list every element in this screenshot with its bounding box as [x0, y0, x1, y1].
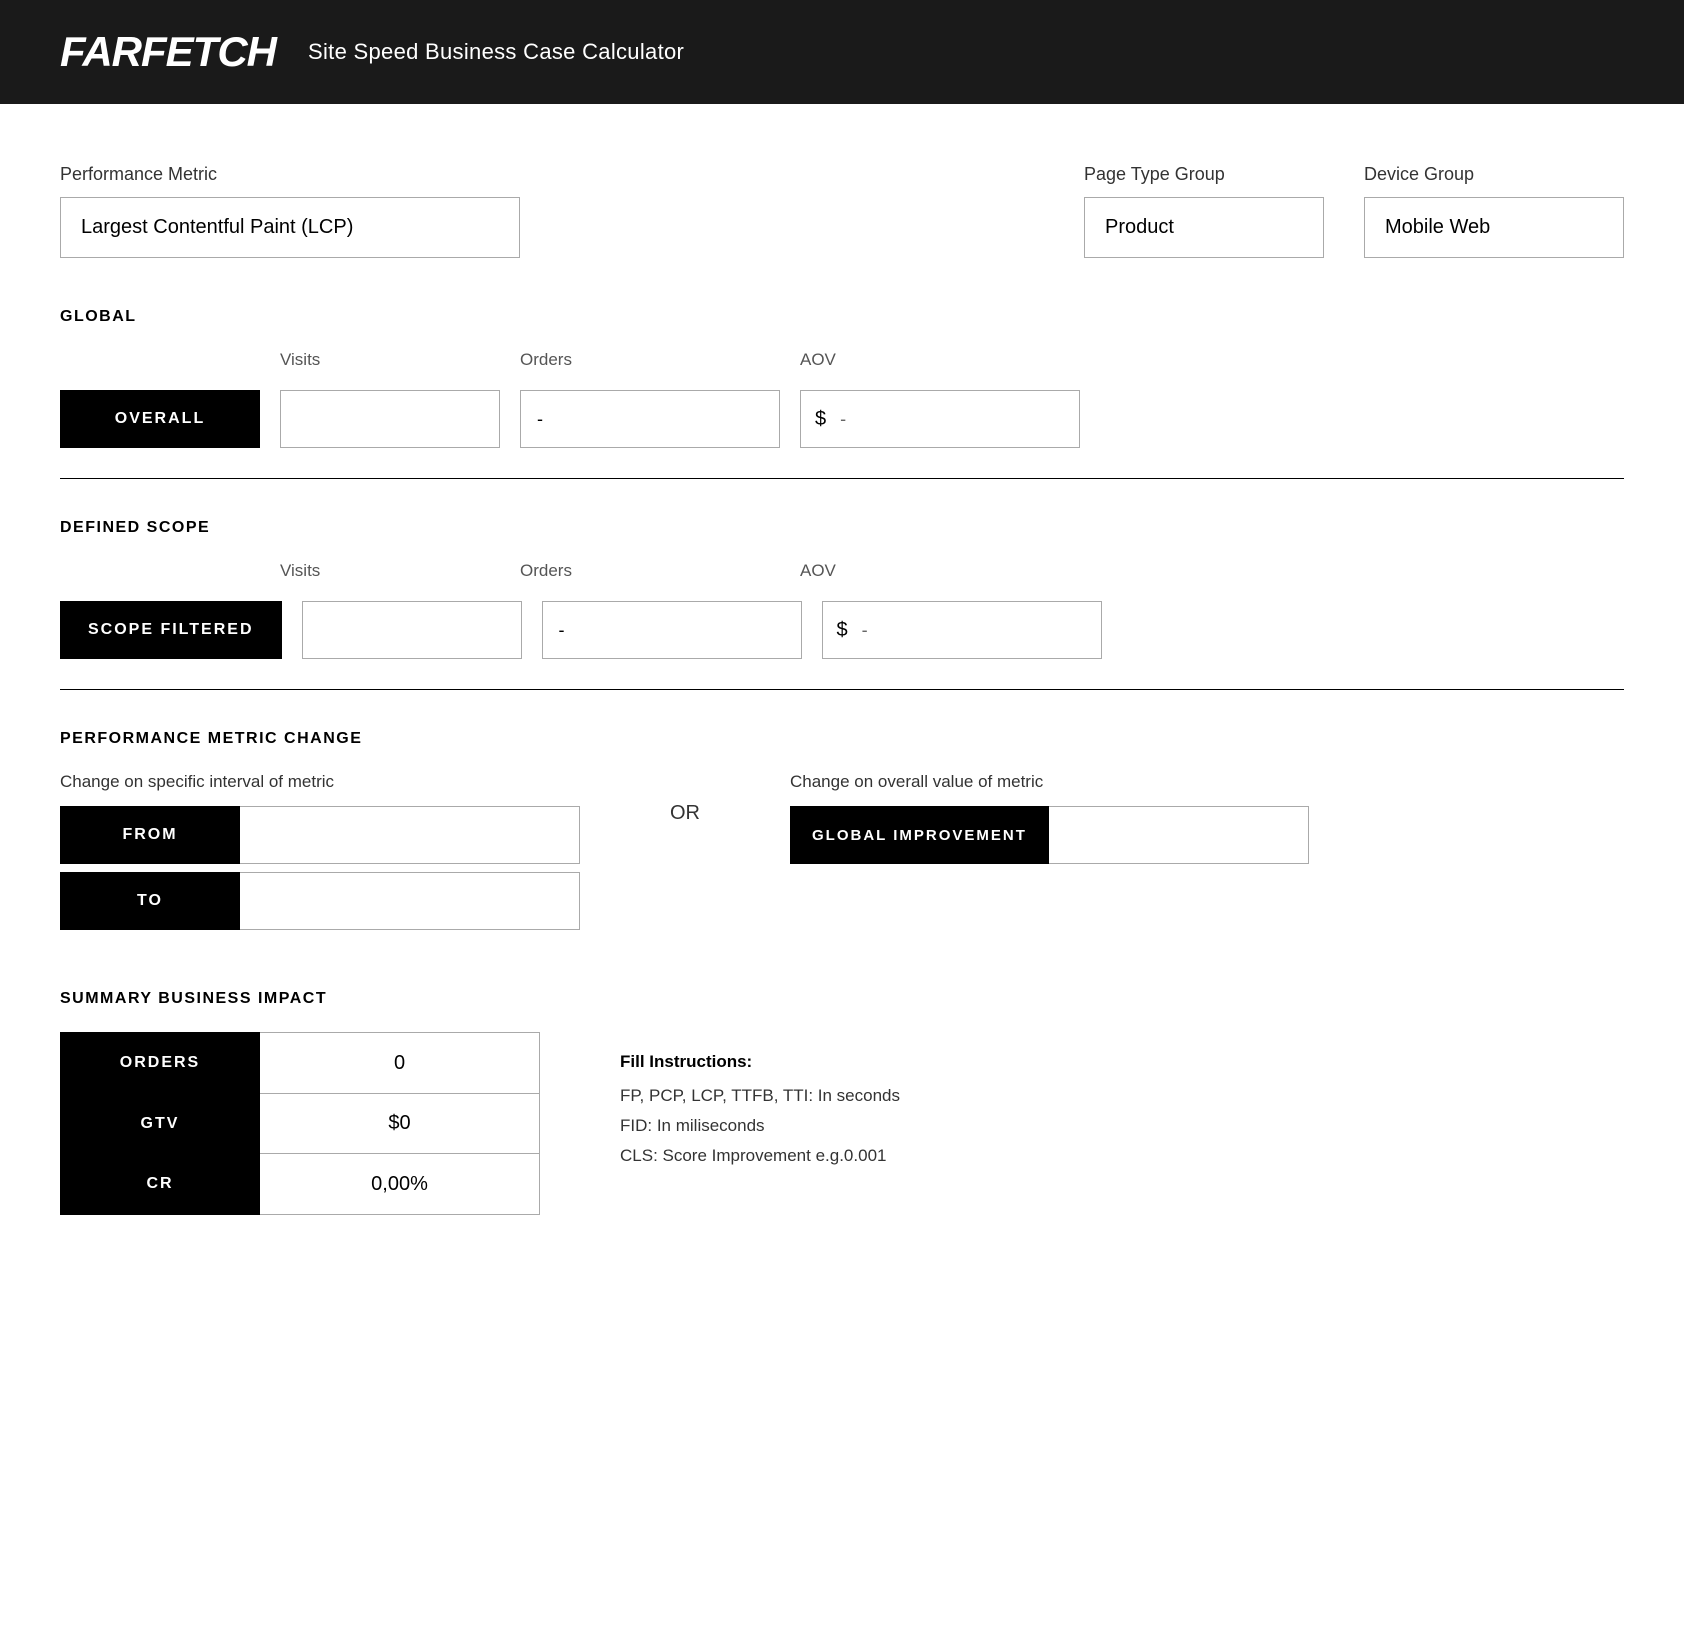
summary-section: SUMMARY BUSINESS IMPACT ORDERS 0 GTV $0 … [60, 990, 1624, 1215]
from-button[interactable]: FROM [60, 806, 240, 864]
scope-aov-value: - [862, 620, 1101, 641]
main-content: Performance Metric Page Type Group Devic… [0, 104, 1684, 1335]
scope-filtered-row: SCOPE FILTERED $ - [60, 601, 1624, 659]
global-improvement-row: GLOBAL IMPROVEMENT [790, 806, 1309, 864]
scope-orders-col-label: Orders [520, 561, 780, 581]
fill-instructions: Fill Instructions: FP, PCP, LCP, TTFB, T… [620, 1032, 900, 1176]
top-form-row: Performance Metric Page Type Group Devic… [60, 164, 1624, 258]
fill-item-0: FP, PCP, LCP, TTFB, TTI: In seconds [620, 1086, 900, 1106]
from-to-rows: FROM TO [60, 806, 580, 930]
overall-aov-value: - [840, 409, 1079, 430]
summary-cr-label: CR [60, 1153, 260, 1215]
to-button[interactable]: TO [60, 872, 240, 930]
summary-gtv-row: GTV $0 [60, 1093, 540, 1155]
overall-orders-col-label: Orders [520, 350, 780, 370]
overall-aov-prefix: $ [801, 408, 840, 431]
fill-item-1: FID: In miliseconds [620, 1116, 900, 1136]
overall-row: OVERALL $ - [60, 390, 1624, 448]
app-logo: FARFETCH [60, 28, 276, 76]
fill-item-2: CLS: Score Improvement e.g.0.001 [620, 1146, 900, 1166]
summary-cr-value: 0,00% [260, 1153, 540, 1215]
summary-gtv-label: GTV [60, 1093, 260, 1155]
summary-gtv-value: $0 [260, 1093, 540, 1155]
overall-button[interactable]: OVERALL [60, 390, 260, 448]
overall-aov-col-label: AOV [800, 350, 1080, 370]
device-group-group: Device Group [1364, 164, 1624, 258]
scope-visits-col-label: Visits [280, 561, 500, 581]
scope-orders-input[interactable] [542, 601, 802, 659]
defined-scope-section: DEFINED SCOPE Visits Orders AOV SCOPE FI… [60, 519, 1624, 690]
page-type-group-group: Page Type Group [1084, 164, 1324, 258]
from-input[interactable] [240, 806, 580, 864]
overall-orders-input[interactable] [520, 390, 780, 448]
change-interval-label: Change on specific interval of metric [60, 772, 580, 792]
summary-orders-row: ORDERS 0 [60, 1032, 540, 1094]
scope-divider [60, 689, 1624, 690]
performance-metric-label: Performance Metric [60, 164, 520, 185]
overall-aov-wrapper: $ - [800, 390, 1080, 448]
global-improvement-button[interactable]: GLOBAL IMPROVEMENT [790, 806, 1049, 864]
scope-aov-wrapper: $ - [822, 601, 1102, 659]
scope-aov-col-label: AOV [800, 561, 1080, 581]
global-section: GLOBAL Visits Orders AOV OVERALL $ - [60, 308, 1624, 479]
scope-visits-input[interactable] [302, 601, 522, 659]
page-type-group-label: Page Type Group [1084, 164, 1324, 185]
performance-metric-input[interactable] [60, 197, 520, 258]
performance-section-label: PERFORMANCE METRIC CHANGE [60, 730, 1624, 748]
scope-aov-prefix: $ [823, 619, 862, 642]
or-label: OR [640, 802, 730, 825]
fill-instructions-title: Fill Instructions: [620, 1052, 900, 1072]
from-to-section: Change on specific interval of metric FR… [60, 772, 580, 930]
summary-section-label: SUMMARY BUSINESS IMPACT [60, 990, 1624, 1008]
page-type-group-input[interactable] [1084, 197, 1324, 258]
app-title: Site Speed Business Case Calculator [308, 39, 684, 65]
performance-section: PERFORMANCE METRIC CHANGE Change on spec… [60, 730, 1624, 930]
to-row: TO [60, 872, 580, 930]
summary-orders-value: 0 [260, 1032, 540, 1094]
summary-table: ORDERS 0 GTV $0 CR 0,00% [60, 1032, 540, 1215]
overall-visits-input[interactable] [280, 390, 500, 448]
from-row: FROM [60, 806, 580, 864]
scope-filtered-button[interactable]: SCOPE FILTERED [60, 601, 282, 659]
global-divider [60, 478, 1624, 479]
change-overall-label: Change on overall value of metric [790, 772, 1309, 792]
overall-visits-col-label: Visits [280, 350, 500, 370]
device-group-input[interactable] [1364, 197, 1624, 258]
device-group-label: Device Group [1364, 164, 1624, 185]
global-improvement-section: Change on overall value of metric GLOBAL… [790, 772, 1309, 864]
performance-inner: Change on specific interval of metric FR… [60, 772, 1624, 930]
performance-metric-group: Performance Metric [60, 164, 520, 258]
app-header: FARFETCH Site Speed Business Case Calcul… [0, 0, 1684, 104]
global-improvement-input[interactable] [1049, 806, 1309, 864]
page-type-device-group: Page Type Group Device Group [1084, 164, 1624, 258]
summary-orders-label: ORDERS [60, 1032, 260, 1094]
to-input[interactable] [240, 872, 580, 930]
summary-cr-row: CR 0,00% [60, 1153, 540, 1215]
summary-inner: ORDERS 0 GTV $0 CR 0,00% Fill Instructio… [60, 1032, 1624, 1215]
defined-scope-label: DEFINED SCOPE [60, 519, 1624, 537]
global-section-label: GLOBAL [60, 308, 1624, 326]
